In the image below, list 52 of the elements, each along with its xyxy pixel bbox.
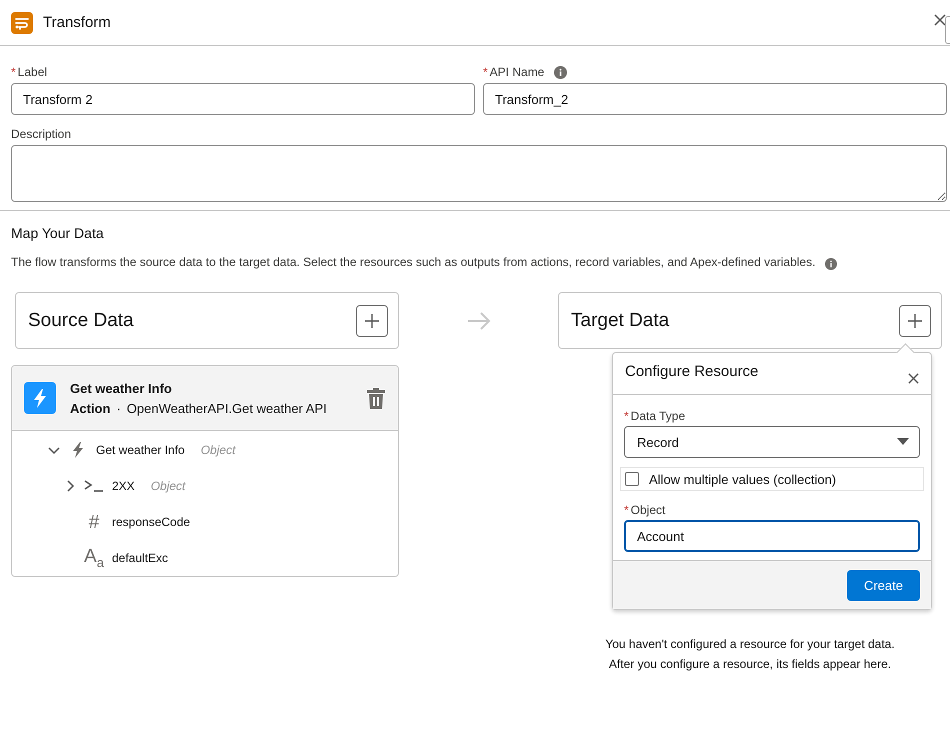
add-button[interactable] xyxy=(356,304,388,336)
type-label: Object xyxy=(200,443,236,457)
resource-type: Action xyxy=(70,400,110,416)
description-field[interactable] xyxy=(11,145,947,202)
empty-state-text: You haven't configured a resource for your target data. xyxy=(604,636,896,653)
trash-icon[interactable] xyxy=(366,387,386,409)
close-icon[interactable] xyxy=(934,14,946,26)
section-description: The flow transforms the source data to the target data. Select the resources such as outputs from actions, record variables, and Apex-defined variables. xyxy=(11,255,816,269)
text-icon: A$_{a}$ xyxy=(84,547,104,569)
field-label: Description xyxy=(11,127,72,141)
required-mark: * xyxy=(11,65,16,79)
tree-item-name[interactable]: Get weather Info xyxy=(96,443,185,457)
object-field[interactable]: Account xyxy=(624,520,920,552)
resource-api: OpenWeatherAPI.Get weather API xyxy=(126,400,327,416)
tree-item-name[interactable]: responseCode xyxy=(112,515,190,529)
tree-item-name[interactable]: defaultExc xyxy=(112,551,168,565)
card-title: Source Data xyxy=(28,310,134,332)
create-button[interactable]: Create xyxy=(846,570,920,600)
resource-name: Get weather Info xyxy=(70,380,173,396)
separator: · xyxy=(116,400,121,416)
field-label: Label xyxy=(18,65,48,79)
field-label: API Name xyxy=(490,65,544,79)
required-mark: * xyxy=(483,65,488,79)
tree-item-name[interactable]: 2XX xyxy=(112,479,135,493)
field-label: Data Type xyxy=(630,409,686,423)
data-type-dropdown[interactable]: Record xyxy=(624,426,920,458)
close-icon[interactable] xyxy=(908,373,919,384)
empty-state-text: After you configure a resource, its fields appear here. xyxy=(608,656,892,673)
section-title: Map Your Data xyxy=(11,225,105,241)
add-button[interactable] xyxy=(899,304,931,336)
terminal-icon xyxy=(84,479,104,493)
number-icon: # xyxy=(88,512,100,532)
plus-icon xyxy=(365,314,379,328)
scrollbar[interactable] xyxy=(945,16,950,44)
info-icon[interactable] xyxy=(554,66,568,78)
required-mark: * xyxy=(624,409,629,423)
lightning-icon xyxy=(72,442,84,458)
info-icon[interactable] xyxy=(825,258,838,270)
field-label: Object xyxy=(630,503,666,517)
window-title: Transform xyxy=(43,14,111,31)
checkbox[interactable] xyxy=(625,472,639,486)
input-field[interactable]: Transform 2 xyxy=(11,83,475,115)
card-title: Target Data xyxy=(571,310,670,332)
lightning-icon xyxy=(24,382,56,414)
plus-icon xyxy=(908,314,922,328)
arrow-icon xyxy=(466,312,490,330)
transform-icon xyxy=(11,12,33,34)
required-mark: * xyxy=(624,503,629,517)
dropdown-icon xyxy=(897,438,909,446)
type-label: Object xyxy=(150,479,186,493)
popover-title: Configure Resource xyxy=(625,363,758,380)
input-field[interactable]: Transform_2 xyxy=(483,83,947,115)
